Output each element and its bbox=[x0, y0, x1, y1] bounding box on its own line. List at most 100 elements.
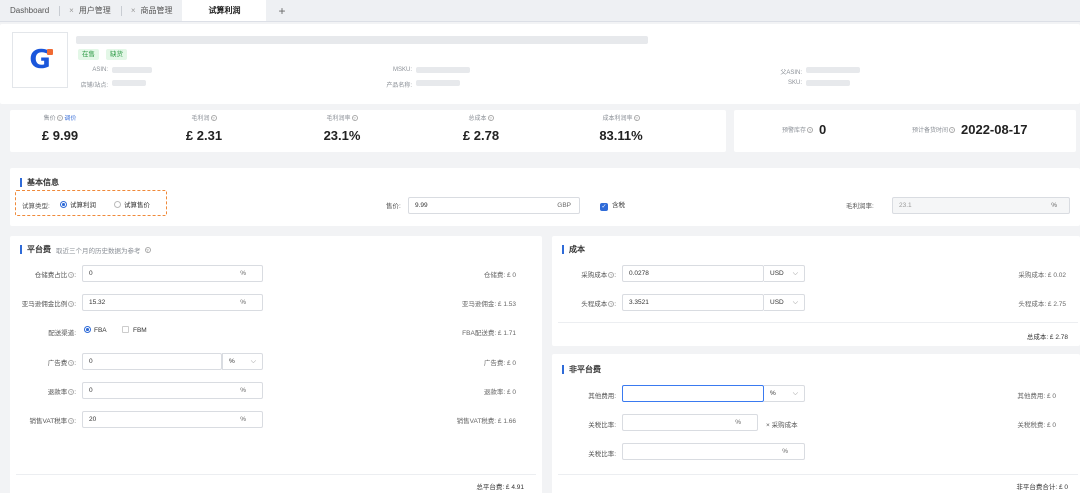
stat-gross-profit: 毛利润? £ 2.31 bbox=[134, 113, 274, 143]
checkbox-label: 含税 bbox=[612, 202, 625, 209]
other-fee-result: 其他费用: £ 0 bbox=[1017, 393, 1056, 400]
stat-label: 售价 bbox=[43, 116, 56, 122]
vat-input[interactable]: 20% bbox=[82, 411, 263, 428]
input-value: 9.99 bbox=[415, 202, 428, 209]
input-value: 0 bbox=[89, 387, 93, 394]
stat-value: £ 2.31 bbox=[185, 128, 223, 143]
help-icon: ? bbox=[608, 272, 615, 278]
section-title-cost: 成本 bbox=[562, 244, 585, 255]
radio-profit[interactable]: 试算利润 bbox=[60, 199, 96, 209]
tab-bar: Dashboard × 用户管理 × 商品管理 试算利润 + bbox=[0, 0, 1080, 22]
stat-stock-alert: 预警库存? 0 bbox=[782, 122, 826, 137]
radio-fbm[interactable]: FBM bbox=[122, 326, 147, 334]
stat-value: £ 9.99 bbox=[41, 128, 79, 143]
divider bbox=[16, 474, 536, 475]
stat-value: 23.1% bbox=[323, 128, 361, 143]
fba-fee-result: FBA配送费: £ 1.71 bbox=[462, 330, 516, 337]
non-platform-total: 非平台费合计: £ 0 bbox=[1016, 484, 1068, 491]
tab-user-management[interactable]: × 用户管理 bbox=[59, 0, 121, 21]
purchase-currency-select[interactable]: USD ⌵ bbox=[764, 265, 805, 282]
tab-profit-calc[interactable]: 试算利润 bbox=[182, 0, 267, 21]
help-icon: ? bbox=[807, 126, 814, 133]
tab-label: 试算利润 bbox=[208, 6, 241, 15]
duty-rate-input[interactable]: % bbox=[622, 443, 805, 460]
radio-on-icon bbox=[60, 201, 67, 208]
help-icon: ? bbox=[949, 126, 956, 133]
section-title-platform: 平台费 取近三个月的历史数据为参考? bbox=[20, 244, 151, 255]
customs-rate-input[interactable]: % bbox=[622, 414, 758, 431]
percent-suffix: % bbox=[240, 387, 246, 394]
percent-suffix: % bbox=[735, 419, 741, 426]
status-badge-on-sale: 在售 bbox=[78, 49, 99, 60]
close-icon[interactable]: × bbox=[131, 6, 136, 15]
first-leg-currency-select[interactable]: USD ⌵ bbox=[764, 294, 805, 311]
radio-label: FBM bbox=[133, 327, 147, 334]
radio-fba[interactable]: FBA bbox=[84, 326, 107, 334]
chevron-down-icon: ⌵ bbox=[792, 299, 798, 306]
radio-label: 试算利润 bbox=[70, 202, 96, 209]
section-title-text: 非平台费 bbox=[569, 365, 601, 374]
radio-price[interactable]: 试算售价 bbox=[114, 199, 150, 209]
customs-result: 关税税费: £ 0 bbox=[1017, 422, 1056, 429]
stat-total-cost: 总成本? £ 2.78 bbox=[411, 113, 551, 143]
margin-input[interactable]: 23.1% bbox=[892, 197, 1070, 214]
input-value: 0 bbox=[89, 270, 93, 277]
margin-label: 毛利润率: bbox=[846, 203, 874, 210]
help-icon: ? bbox=[68, 301, 75, 307]
ad-fee-input[interactable]: 0 bbox=[82, 353, 222, 370]
asin-value bbox=[112, 67, 152, 73]
calc-type-label: 试算类型: bbox=[22, 203, 50, 210]
commission-input[interactable]: 15.32% bbox=[82, 294, 263, 311]
close-icon[interactable]: × bbox=[69, 6, 74, 15]
msku-label: MSKU: bbox=[392, 67, 412, 73]
other-fee-label: 其他费用: bbox=[588, 393, 616, 400]
tax-checkbox[interactable]: ✓ 含税 bbox=[600, 199, 625, 211]
stat-value: 0 bbox=[819, 122, 827, 137]
add-tab-icon[interactable]: + bbox=[266, 0, 297, 21]
customs-rate-label: 关税比率: bbox=[588, 422, 616, 429]
stat-restock-date: 预计备货时间? 2022-08-17 bbox=[912, 122, 1028, 137]
other-fee-unit-select[interactable]: % ⌵ bbox=[764, 385, 805, 402]
cost-card bbox=[552, 236, 1080, 346]
select-value: % bbox=[770, 390, 776, 397]
stat-value: 83.11% bbox=[599, 128, 643, 143]
help-icon: ? bbox=[487, 115, 494, 121]
section-title-nonplatform: 非平台费 bbox=[562, 364, 601, 375]
other-fee-input[interactable] bbox=[622, 385, 764, 402]
select-value: USD bbox=[770, 299, 784, 306]
section-title-text: 成本 bbox=[569, 245, 585, 254]
refund-label: 退款率?: bbox=[47, 389, 76, 396]
vat-result: 销售VAT税费: £ 1.66 bbox=[456, 418, 516, 425]
sku-value bbox=[806, 80, 850, 86]
tab-dashboard[interactable]: Dashboard bbox=[0, 0, 59, 21]
duty-rate-label: 关税比率: bbox=[588, 451, 616, 458]
radio-label: FBA bbox=[94, 327, 107, 334]
help-icon: ? bbox=[633, 115, 640, 121]
section-title-text: 基本信息 bbox=[27, 178, 59, 187]
stat-label: 毛利润率 bbox=[326, 116, 351, 122]
purchase-cost-input[interactable]: 0.0278 bbox=[622, 265, 764, 282]
price-input[interactable]: 9.99 GBP bbox=[408, 197, 580, 214]
tab-label: Dashboard bbox=[10, 6, 50, 15]
chevron-down-icon: ⌵ bbox=[792, 270, 798, 277]
ad-fee-label: 广告费?: bbox=[47, 360, 76, 367]
refund-result: 退款率: £ 0 bbox=[483, 389, 516, 396]
customs-multiplier-note: × 采购成本 bbox=[766, 422, 798, 429]
sku-label: SKU: bbox=[787, 80, 802, 86]
platform-fee-total: 总平台费: £ 4.91 bbox=[476, 484, 524, 491]
storage-fee-input[interactable]: 0% bbox=[82, 265, 263, 282]
stat-price: 售价? 调价 £ 9.99 bbox=[0, 113, 130, 143]
tab-product-management[interactable]: × 商品管理 bbox=[120, 0, 183, 21]
commission-label: 亚马逊佣金比例?: bbox=[21, 301, 76, 308]
purchase-cost-result: 采购成本: £ 0.02 bbox=[1018, 272, 1066, 279]
first-leg-cost-input[interactable]: 3.3521 bbox=[622, 294, 764, 311]
help-icon: ? bbox=[608, 301, 615, 307]
help-icon: ? bbox=[68, 272, 75, 278]
adjust-price-link[interactable]: 调价 bbox=[64, 116, 76, 122]
refund-input[interactable]: 0% bbox=[82, 382, 263, 399]
commission-result: 亚马逊佣金: £ 1.53 bbox=[461, 301, 516, 308]
product-name-value bbox=[416, 80, 460, 86]
help-icon: ? bbox=[56, 115, 63, 121]
select-value: USD bbox=[770, 270, 784, 277]
ad-fee-unit-select[interactable]: % ⌵ bbox=[222, 353, 263, 370]
